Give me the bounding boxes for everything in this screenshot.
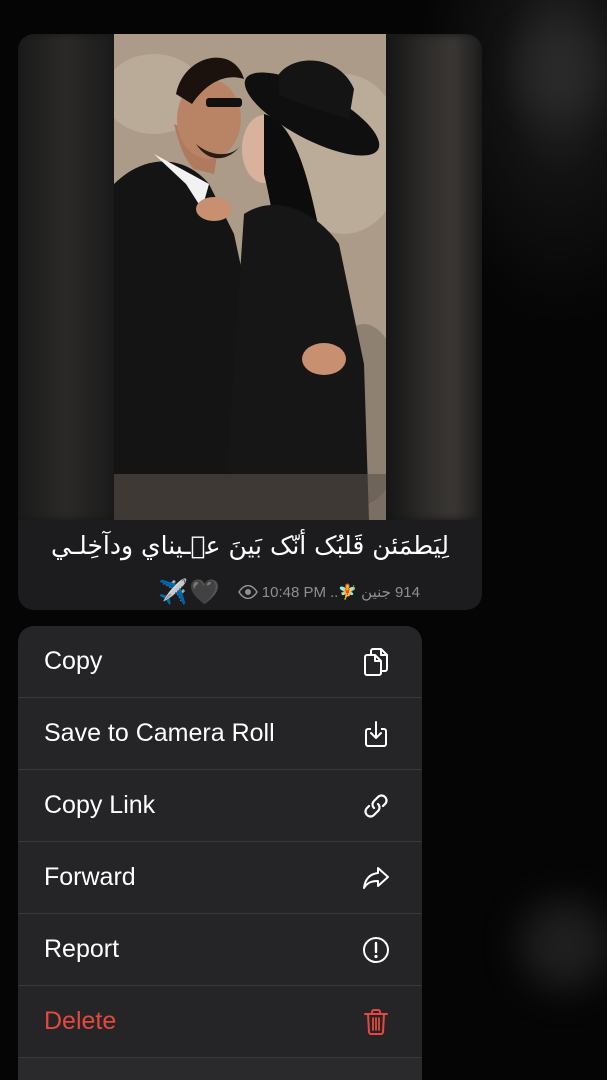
menu-item-label: Save to Camera Roll — [44, 719, 275, 747]
message-meta: 10:48 PM جنين 🧚.. 914 — [237, 583, 420, 601]
menu-item-label: Copy Link — [44, 791, 156, 819]
message-photo[interactable] — [18, 34, 482, 520]
menu-item-label: Copy — [44, 647, 103, 675]
menu-item-copy-link[interactable]: Copy Link — [18, 770, 422, 842]
caption-emoji-tail: ✈️ 🖤 — [158, 579, 220, 605]
photo-blur-left — [18, 34, 114, 520]
menu-item-report[interactable]: Report — [18, 914, 422, 986]
trash-icon — [360, 1006, 392, 1038]
airplane-emoji: ✈️ — [158, 578, 188, 606]
views-eye-icon — [237, 585, 258, 599]
context-menu: Copy Save to Camera Roll Copy Link Forwa… — [18, 626, 422, 1080]
message-caption: لِيَطمَئن قَلبُک أنّک بَينَ عٖـيناي ودآخ… — [51, 531, 449, 560]
chat-screen: لِيَطمَئن قَلبُک أنّک بَينَ عٖـيناي ودآخ… — [0, 0, 607, 1080]
menu-item-label: Delete — [44, 1007, 117, 1035]
forward-icon — [360, 862, 392, 894]
message-footer: ✈️ 🖤 10:48 PM جنين 🧚.. 914 — [158, 579, 420, 605]
menu-item-save-to-camera-roll[interactable]: Save to Camera Roll — [18, 698, 422, 770]
menu-item-copy[interactable]: Copy — [18, 626, 422, 698]
message-time: 10:48 PM — [261, 583, 326, 601]
couple-illustration — [104, 34, 404, 520]
message-bubble[interactable]: لِيَطمَئن قَلبُک أنّک بَينَ عٖـيناي ودآخ… — [18, 34, 482, 610]
copy-icon — [360, 646, 392, 678]
view-count: 914 — [394, 583, 420, 601]
black-heart-emoji: 🖤 — [189, 578, 220, 606]
download-icon — [360, 718, 392, 750]
sender-signature: جنين 🧚.. — [330, 584, 391, 601]
photo-image — [104, 34, 404, 520]
menu-more-section — [18, 1058, 422, 1080]
photo-blur-right — [386, 34, 482, 520]
link-icon — [360, 790, 392, 822]
menu-item-label: Forward — [44, 863, 136, 891]
menu-item-delete[interactable]: Delete — [18, 986, 422, 1058]
background-blur — [520, 900, 607, 990]
menu-item-label: Report — [44, 935, 120, 963]
background-blur — [520, 30, 600, 110]
menu-item-forward[interactable]: Forward — [18, 842, 422, 914]
report-icon — [360, 934, 392, 966]
